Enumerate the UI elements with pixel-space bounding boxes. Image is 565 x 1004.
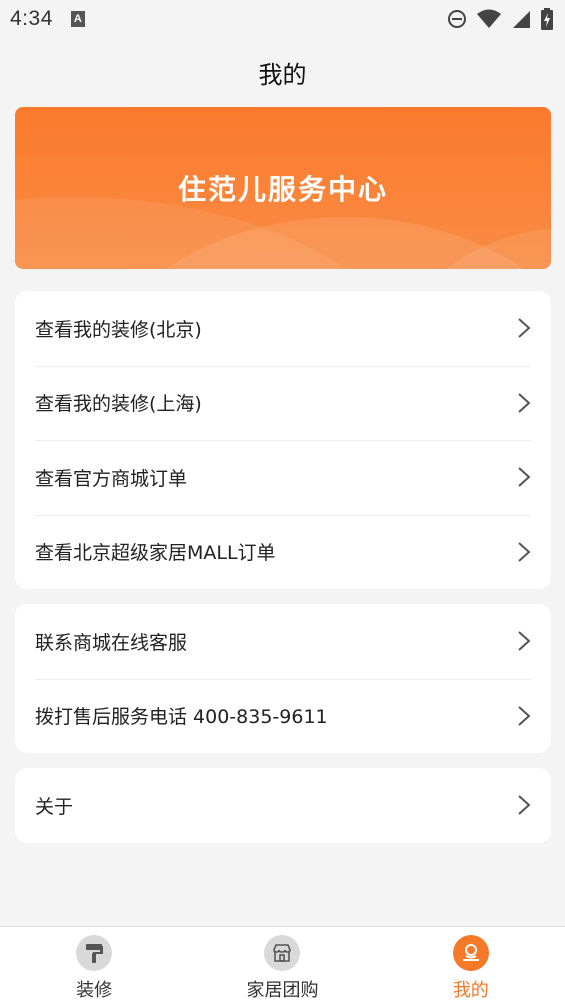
about-row[interactable]: 关于 bbox=[15, 768, 551, 843]
view-renovation-shanghai[interactable]: 查看我的装修(上海) bbox=[15, 365, 551, 441]
nav-label: 我的 bbox=[452, 980, 489, 1001]
status-icons bbox=[447, 8, 553, 30]
chevron-right-icon bbox=[518, 467, 531, 487]
user-icon bbox=[452, 935, 489, 971]
notification-a-icon: A bbox=[70, 11, 85, 27]
row-label: 拨打售后服务电话 400-835-9611 bbox=[35, 706, 328, 729]
do-not-disturb-icon bbox=[448, 10, 466, 28]
nav-label: 装修 bbox=[76, 980, 113, 1001]
page-title: 我的 bbox=[258, 60, 307, 89]
chevron-right-icon bbox=[518, 318, 531, 338]
row-label: 查看我的装修(北京) bbox=[35, 318, 202, 341]
nav-tab-group-buy[interactable]: 家居团购 bbox=[188, 927, 376, 1004]
chevron-right-icon bbox=[518, 795, 531, 815]
nav-tab-mine[interactable]: 我的 bbox=[377, 927, 565, 1004]
shop-icon bbox=[264, 935, 301, 971]
row-label: 关于 bbox=[35, 795, 74, 818]
row-label: 查看官方商城订单 bbox=[35, 467, 188, 490]
service-center-banner[interactable]: 住范儿服务中心 bbox=[15, 107, 551, 269]
status-bar: 4:34 A bbox=[0, 0, 565, 38]
row-label: 联系商城在线客服 bbox=[35, 631, 188, 654]
banner-title: 住范儿服务中心 bbox=[177, 173, 388, 206]
row-label: 查看北京超级家居MALL订单 bbox=[35, 542, 276, 565]
view-beijing-mall-orders[interactable]: 查看北京超级家居MALL订单 bbox=[15, 514, 551, 590]
page-header: 我的 bbox=[0, 38, 565, 106]
nav-tab-renovation[interactable]: 装修 bbox=[0, 927, 188, 1004]
contact-online-service[interactable]: 联系商城在线客服 bbox=[15, 604, 551, 679]
call-aftersales-hotline[interactable]: 拨打售后服务电话 400-835-9611 bbox=[15, 678, 551, 754]
battery-charging-icon bbox=[541, 8, 553, 30]
orders-card: 查看我的装修(北京) 查看我的装修(上海) 查看官方商城订单 查看北京超级家居M… bbox=[15, 291, 551, 589]
wifi-icon bbox=[477, 9, 501, 28]
view-official-mall-orders[interactable]: 查看官方商城订单 bbox=[15, 440, 551, 515]
nav-label: 家居团购 bbox=[246, 980, 319, 1001]
view-renovation-beijing[interactable]: 查看我的装修(北京) bbox=[15, 291, 551, 366]
about-card: 关于 bbox=[15, 768, 551, 843]
chevron-right-icon bbox=[518, 542, 531, 562]
signal-icon bbox=[513, 11, 530, 28]
chevron-right-icon bbox=[518, 393, 531, 413]
row-label: 查看我的装修(上海) bbox=[35, 393, 202, 416]
status-time: 4:34 bbox=[10, 7, 53, 30]
service-card: 联系商城在线客服 拨打售后服务电话 400-835-9611 bbox=[15, 604, 551, 753]
paint-roller-icon bbox=[76, 935, 113, 971]
bottom-nav: 装修 家居团购 我的 bbox=[0, 926, 565, 1004]
chevron-right-icon bbox=[518, 706, 531, 726]
chevron-right-icon bbox=[518, 631, 531, 651]
